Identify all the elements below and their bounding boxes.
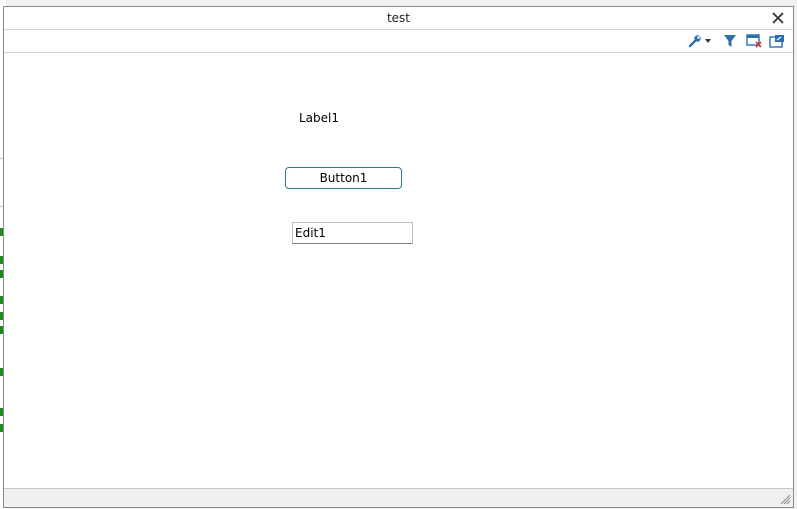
export-window-button[interactable] <box>769 33 785 49</box>
wrench-icon <box>688 35 701 48</box>
edit1-field[interactable] <box>292 222 413 244</box>
form-client-area: Label1 Button1 <box>4 53 793 489</box>
close-window-button[interactable] <box>746 33 762 49</box>
export-window-icon <box>769 35 784 48</box>
window-title: test <box>386 11 411 25</box>
toolbar <box>4 30 793 53</box>
form-window: test Label1 Button1 Edit1 <box>3 6 794 508</box>
filter-button[interactable] <box>723 33 737 49</box>
filter-icon <box>724 35 736 47</box>
close-button[interactable] <box>769 9 787 27</box>
window-close-icon <box>746 34 762 48</box>
label1: Label1 <box>299 111 340 125</box>
button1[interactable]: Button1 <box>285 167 402 189</box>
close-icon <box>772 12 784 24</box>
chevron-down-icon <box>705 39 711 43</box>
title-bar[interactable]: test <box>4 7 793 30</box>
wrench-menu-button[interactable] <box>688 33 711 49</box>
status-bar <box>4 488 793 507</box>
resize-grip-icon[interactable] <box>780 494 791 505</box>
